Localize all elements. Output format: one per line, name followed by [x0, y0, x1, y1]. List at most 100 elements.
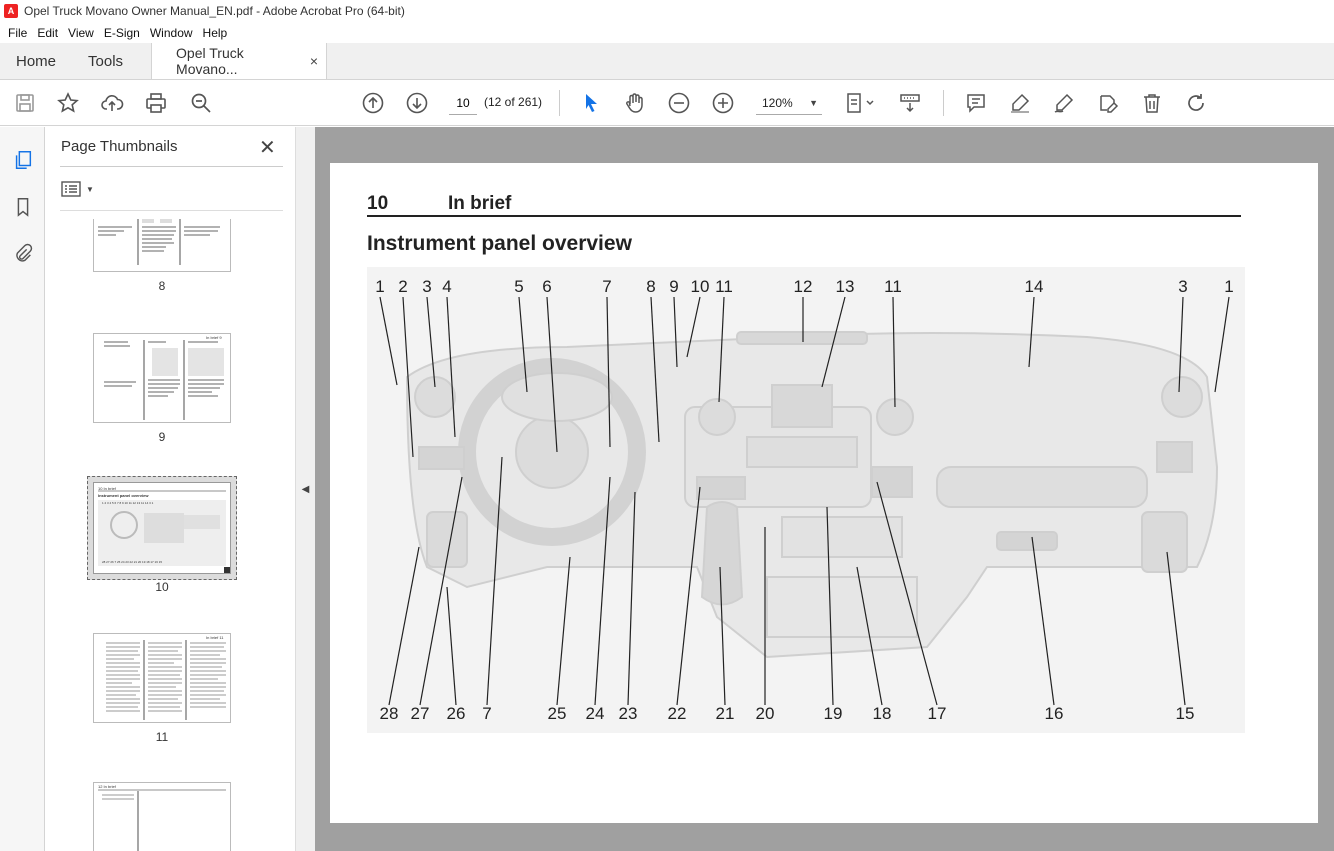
save-icon[interactable] [12, 90, 38, 116]
page-number-input[interactable] [449, 91, 477, 115]
thumbnail-page-9[interactable]: In brief 9 [93, 333, 231, 423]
thumbnail-page-11[interactable]: In brief 11 [93, 633, 231, 723]
callout-label: 14 [1024, 277, 1044, 296]
svg-text:12 In brief: 12 In brief [98, 784, 117, 789]
callout-label: 22 [667, 704, 687, 723]
callout-label: 5 [514, 277, 524, 296]
thumbnail-page-12[interactable]: 12 In brief [93, 782, 231, 851]
tab-tools[interactable]: Tools [72, 43, 139, 79]
callout-label: 15 [1175, 704, 1195, 723]
attachment-icon[interactable] [10, 240, 36, 266]
callout-label: 8 [646, 277, 656, 296]
thumbnail-page-10[interactable]: 10 In brief Instrument panel overview 1 … [93, 482, 231, 574]
svg-text:In brief 9: In brief 9 [206, 335, 222, 340]
hand-icon[interactable] [622, 90, 648, 116]
dashboard-drawing [379, 296, 1230, 706]
svg-text:1 2 3 4 5 6 7 8 9 10 11 12: 1 2 3 4 5 6 7 8 9 10 11 12 13 11 14 3 1 [102, 501, 154, 505]
tab-close-icon[interactable]: × [310, 53, 318, 69]
divider [60, 210, 283, 211]
instrument-panel-illustration: 1 2 3 4 5 6 7 8 9 10 11 12 13 11 14 3 1 28 27 26 7 25 24 23 22 2… [367, 267, 1245, 733]
page-thumbnails-icon[interactable] [10, 147, 36, 173]
thumbnail-options-button[interactable]: ▼ [61, 181, 94, 197]
callout-label: 1 [1224, 277, 1234, 296]
divider [60, 166, 283, 167]
svg-text:28 27 26 7 25 24 23 22 21 20 1: 28 27 26 7 25 24 23 22 21 20 19 18 17 16… [102, 560, 162, 564]
list-options-icon [61, 181, 81, 197]
left-rail [0, 127, 45, 851]
highlight-icon[interactable] [1007, 90, 1033, 116]
thumbnail-label: 11 [155, 730, 169, 744]
callout-label: 7 [482, 704, 492, 723]
callout-label: 23 [618, 704, 638, 723]
menu-file[interactable]: File [3, 26, 32, 40]
zoom-out-icon[interactable] [666, 90, 692, 116]
page-up-icon[interactable] [360, 90, 386, 116]
chevron-down-icon: ▼ [809, 97, 818, 108]
title-bar: A Opel Truck Movano Owner Manual_EN.pdf … [0, 0, 1334, 22]
callout-label: 28 [379, 704, 399, 723]
print-icon[interactable] [143, 90, 169, 116]
callout-label: 21 [715, 704, 735, 723]
thumbnail-label: 8 [158, 279, 166, 293]
callout-label: 27 [410, 704, 430, 723]
thumbnail-label: 9 [158, 430, 166, 444]
upload-icon[interactable] [99, 90, 125, 116]
select-arrow-icon[interactable] [578, 90, 604, 116]
fill-sign-icon[interactable] [1095, 90, 1121, 116]
callout-label: 9 [669, 277, 679, 296]
svg-text:In brief 11: In brief 11 [206, 635, 224, 640]
header-rule [367, 215, 1241, 217]
panel-title: Page Thumbnails [61, 138, 178, 155]
bookmark-star-icon[interactable] [55, 90, 81, 116]
page-down-icon[interactable] [404, 90, 430, 116]
tab-bar: Home Tools Opel Truck Movano... × [0, 43, 1334, 80]
window-title: Opel Truck Movano Owner Manual_EN.pdf - … [24, 4, 405, 18]
zoom-select[interactable]: 120% ▼ [756, 91, 822, 115]
fit-page-icon[interactable] [842, 90, 878, 116]
callout-label: 16 [1044, 704, 1064, 723]
callout-label: 2 [398, 277, 408, 296]
callout-label: 3 [422, 277, 432, 296]
callout-label: 19 [823, 704, 843, 723]
page-heading: Instrument panel overview [367, 232, 632, 255]
menu-esign[interactable]: E-Sign [99, 26, 145, 40]
find-icon[interactable] [188, 90, 214, 116]
zoom-value: 120% [762, 95, 793, 110]
tab-document[interactable]: Opel Truck Movano... × [151, 43, 328, 79]
callout-label: 25 [547, 704, 567, 723]
rotate-icon[interactable] [1183, 90, 1209, 116]
panel-collapse-handle[interactable]: ◀ [295, 127, 315, 851]
acrobat-logo-icon: A [4, 4, 18, 18]
bookmark-icon[interactable] [10, 194, 36, 220]
svg-text:Instrument panel overview: Instrument panel overview [98, 493, 149, 498]
page-count: (12 of 261) [484, 95, 543, 109]
section-title: In brief [448, 193, 512, 214]
toolbar-divider [559, 90, 560, 116]
menu-help[interactable]: Help [198, 26, 233, 40]
zoom-in-icon[interactable] [710, 90, 736, 116]
comment-icon[interactable] [963, 90, 989, 116]
delete-icon[interactable] [1139, 90, 1165, 116]
scroll-mode-icon[interactable] [897, 90, 923, 116]
collapse-left-icon: ◀ [301, 483, 310, 495]
thumbnail-page-8[interactable] [93, 219, 231, 272]
callout-label: 11 [884, 277, 902, 296]
sign-icon[interactable] [1051, 90, 1077, 116]
callout-label: 17 [927, 704, 947, 723]
panel-close-icon[interactable]: ✕ [259, 135, 276, 160]
toolbar: (12 of 261) 120% ▼ [0, 80, 1334, 126]
document-view[interactable]: 10 In brief Instrument panel overview 1 … [315, 127, 1334, 851]
callout-label: 12 [793, 277, 813, 296]
thumbnail-label: 10 [155, 580, 169, 594]
menu-window[interactable]: Window [145, 26, 198, 40]
thumbnails-panel: Page Thumbnails ✕ ▼ 8 In brief 9 9 10 In… [45, 127, 334, 851]
pdf-page: 10 In brief Instrument panel overview 1 … [330, 163, 1318, 823]
svg-text:10 In brief: 10 In brief [98, 486, 117, 491]
callout-label: 1 [375, 277, 385, 296]
tab-document-label: Opel Truck Movano... [176, 45, 244, 77]
callout-label: 10 [690, 277, 710, 296]
menu-view[interactable]: View [63, 26, 99, 40]
menu-edit[interactable]: Edit [32, 26, 63, 40]
tab-home[interactable]: Home [0, 43, 72, 79]
callout-label: 18 [872, 704, 892, 723]
